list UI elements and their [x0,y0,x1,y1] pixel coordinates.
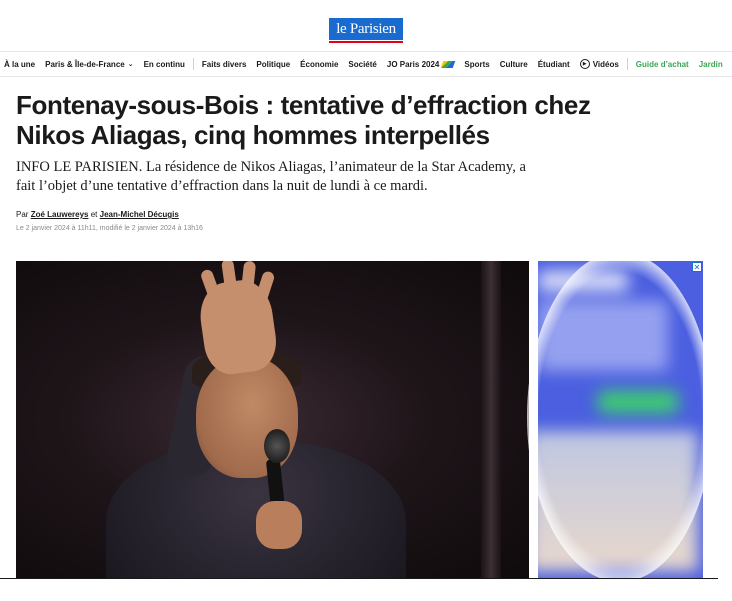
article-hero-photo[interactable] [16,261,529,578]
nav-item-societe[interactable]: Société [343,60,381,69]
advertisement[interactable]: ✕ [538,261,703,578]
byline-and: et [90,210,98,219]
nav-item-sports[interactable]: Sports [459,60,494,69]
nav-label: Étudiant [537,59,570,69]
author-link-zoe-lauwereys[interactable]: Zoé Lauwereys [31,210,89,219]
nav-divider [626,58,628,70]
publication-dates: Le 2 janvier 2024 à 11h11, modifié le 2 … [16,225,203,232]
nav-item-etudiant[interactable]: Étudiant [533,60,575,69]
chevron-down-icon: ⌄ [127,61,134,68]
nav-label: À la une [4,59,36,69]
nav-label: Culture [499,59,528,69]
nav-item-politique[interactable]: Politique [251,60,295,69]
nav-label: Vidéos [592,59,619,69]
byline: Par Zoé Lauwereys et Jean-Michel Décugis [16,210,179,219]
nav-label: Société [348,59,377,69]
nav-label: Guide d’achat [635,59,689,69]
nav-item-faits-divers[interactable]: Faits divers [197,60,251,69]
nav-label: Économie [300,59,339,69]
nav-item-en-continu[interactable]: En continu [139,60,190,69]
nav-item-economie[interactable]: Économie [295,60,343,69]
article-headline: Fontenay-sous-Bois : tentative d’effract… [16,90,591,150]
nav-item-guide-achat[interactable]: Guide d’achat [631,60,694,69]
le-parisien-logo[interactable]: le Parisien [329,18,403,43]
nav-divider [192,58,194,70]
article-lead: INFO LE PARISIEN. La résidence de Nikos … [16,159,526,194]
main-nav: À la une Paris & Île-de-France ⌄ En conti… [0,51,732,77]
nav-label: Jardin [698,59,723,69]
nav-label: Faits divers [201,59,247,69]
nav-item-videos[interactable]: ▶ Vidéos [575,59,624,69]
ad-close-icon[interactable]: ✕ [692,262,702,272]
nav-label: Paris & Île-de-France [45,59,125,69]
nav-item-culture[interactable]: Culture [495,60,533,69]
nav-item-paris-idf[interactable]: Paris & Île-de-France ⌄ [40,60,138,69]
nav-item-jardin[interactable]: Jardin [694,60,728,69]
microphone-icon [264,429,290,463]
logo-wrap: le Parisien [0,18,732,43]
nav-label: En continu [143,59,185,69]
photo-figure-hand-holding [256,501,302,549]
stage-pillar [481,261,501,578]
author-link-jean-michel-decugis[interactable]: Jean-Michel Décugis [100,210,179,219]
byline-prefix: Par [16,210,29,219]
nav-item-a-la-une[interactable]: À la une [0,60,40,69]
nav-label: Politique [256,59,291,69]
play-icon: ▶ [579,59,590,69]
olympic-flag-icon [441,60,456,68]
nav-label: Sports [464,59,490,69]
nav-label: JO Paris 2024 [386,59,440,69]
nav-item-jo-paris-2024[interactable]: JO Paris 2024 [382,60,459,69]
ad-blurred-content [538,261,703,578]
content-bottom-border [0,578,718,579]
